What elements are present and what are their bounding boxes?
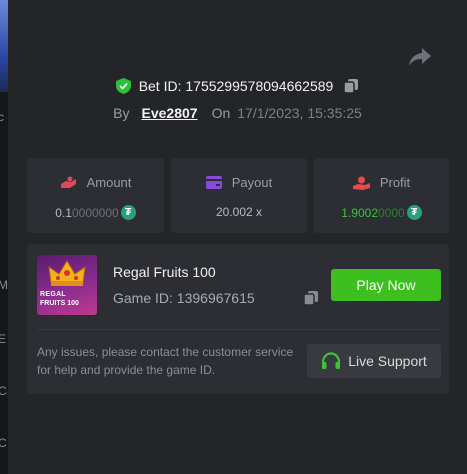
thumbnail-text-line1: REGAL <box>40 291 66 298</box>
support-message: Any issues, please contact the customer … <box>37 345 294 377</box>
bet-id-value: 1755299578094662589 <box>185 78 334 94</box>
game-thumbnail[interactable]: REGAL FRUITS 100 <box>37 255 97 315</box>
live-support-button[interactable]: Live Support <box>307 344 441 378</box>
copy-game-id-icon[interactable] <box>303 290 319 306</box>
tether-icon: ₮ <box>120 205 136 220</box>
background-banner <box>0 0 8 92</box>
live-support-label: Live Support <box>348 353 427 369</box>
background-page-edge: c M E C C <box>0 0 8 474</box>
profit-stat-card: Profit 1.9002 0000 ₮ <box>314 158 449 233</box>
profit-label: Profit <box>379 175 411 190</box>
bet-id-row: Bet ID: 1755299578094662589 <box>8 78 467 94</box>
play-now-button[interactable]: Play Now <box>331 269 441 301</box>
bet-details-modal: Bet ID: 1755299578094662589 By Eve2807 O… <box>8 0 467 474</box>
username-link[interactable]: Eve2807 <box>142 105 198 121</box>
by-label: By <box>113 105 130 121</box>
bet-author-row: By Eve2807 On 17/1/2023, 15:35:25 <box>8 105 467 121</box>
background-text-fragment: c <box>0 110 4 124</box>
on-label: On <box>211 105 231 121</box>
bet-timestamp: 17/1/2023, 15:35:25 <box>237 105 362 121</box>
payout-stat-card: Payout 20.002 x <box>171 158 307 233</box>
game-title: Regal Fruits 100 <box>113 264 216 280</box>
game-card: REGAL FRUITS 100 Regal Fruits 100 Game I… <box>27 244 449 394</box>
amount-label: Amount <box>86 175 132 190</box>
wallet-icon <box>205 176 222 189</box>
profit-icon <box>352 176 370 190</box>
profit-value: 1.9002 <box>341 205 378 220</box>
thumbnail-text-line2: FRUITS 100 <box>40 300 79 307</box>
share-icon[interactable] <box>408 47 432 67</box>
background-text-fragment: E <box>0 332 7 346</box>
background-text-fragment: M <box>0 278 8 292</box>
copy-bet-id-icon[interactable] <box>343 78 359 94</box>
amount-value-trailing: 0000000 <box>71 205 119 220</box>
payout-label: Payout <box>231 175 273 190</box>
background-text-fragment: C <box>0 384 7 398</box>
game-id: Game ID: 1396967615 <box>113 290 255 306</box>
amount-value: 0.1 <box>55 205 72 220</box>
payout-value: 20.002 x <box>215 205 263 219</box>
amount-stat-card: Amount 0.1 0000000 ₮ <box>27 158 164 233</box>
amount-icon <box>60 176 76 188</box>
profit-value-trailing: 0000 <box>378 205 405 220</box>
headset-icon <box>322 352 341 369</box>
divider <box>37 329 441 330</box>
tether-icon: ₮ <box>406 205 422 220</box>
bet-id-label: Bet ID: <box>138 78 182 94</box>
crown-icon <box>48 260 86 286</box>
background-text-fragment: C <box>0 436 7 450</box>
verified-shield-icon <box>115 78 131 94</box>
